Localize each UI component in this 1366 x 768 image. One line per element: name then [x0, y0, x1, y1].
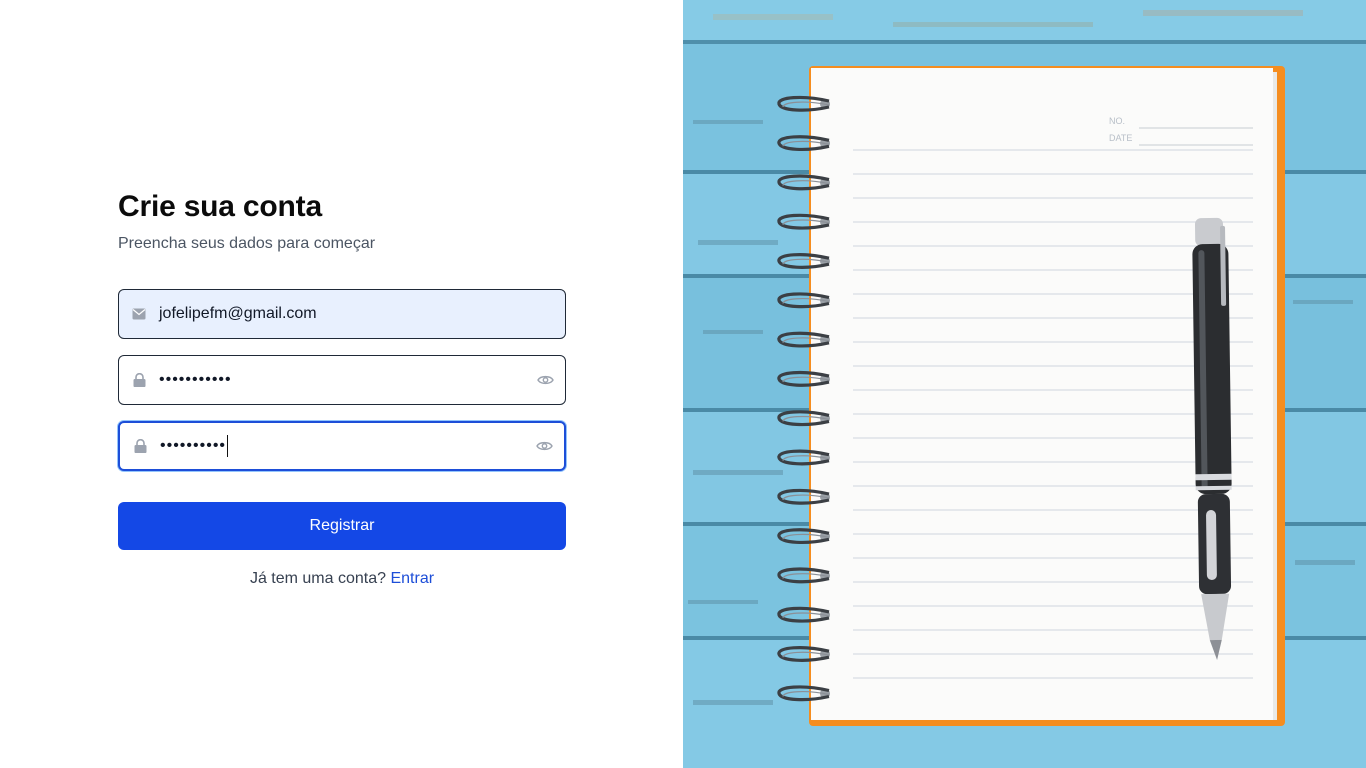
confirm-password-dots: ••••••••••	[160, 437, 227, 454]
notebook-no-label: NO.	[1109, 116, 1125, 126]
page-subtitle: Preencha seus dados para começar	[118, 235, 376, 252]
notebook-date-label: DATE	[1109, 133, 1132, 143]
login-prompt: Já tem uma conta? Entrar	[118, 570, 566, 588]
mail-icon	[131, 306, 147, 322]
email-field[interactable]: jofelipefm@gmail.com	[118, 289, 566, 339]
confirm-password-input-value[interactable]: ••••••••••	[160, 423, 520, 469]
form-panel: Crie sua conta Preencha seus dados para …	[0, 0, 683, 768]
text-caret	[227, 435, 229, 457]
email-input-value[interactable]: jofelipefm@gmail.com	[159, 290, 521, 338]
eye-icon[interactable]	[536, 371, 554, 389]
page-title: Crie sua conta	[118, 190, 322, 223]
notebook-illustration: NO. DATE	[683, 0, 1366, 768]
lock-icon	[131, 372, 147, 388]
register-form: Crie sua conta Preencha seus dados para …	[118, 188, 566, 588]
confirm-password-field[interactable]: ••••••••••	[118, 421, 566, 471]
login-link[interactable]: Entrar	[390, 570, 434, 587]
register-button[interactable]: Registrar	[118, 502, 566, 550]
hero-image: NO. DATE	[683, 0, 1366, 768]
lock-icon	[132, 438, 148, 454]
eye-icon[interactable]	[535, 437, 553, 455]
password-input-value[interactable]: •••••••••••	[159, 356, 521, 404]
register-page: Crie sua conta Preencha seus dados para …	[0, 0, 1366, 768]
password-field[interactable]: •••••••••••	[118, 355, 566, 405]
login-prompt-text: Já tem uma conta?	[249, 570, 387, 587]
